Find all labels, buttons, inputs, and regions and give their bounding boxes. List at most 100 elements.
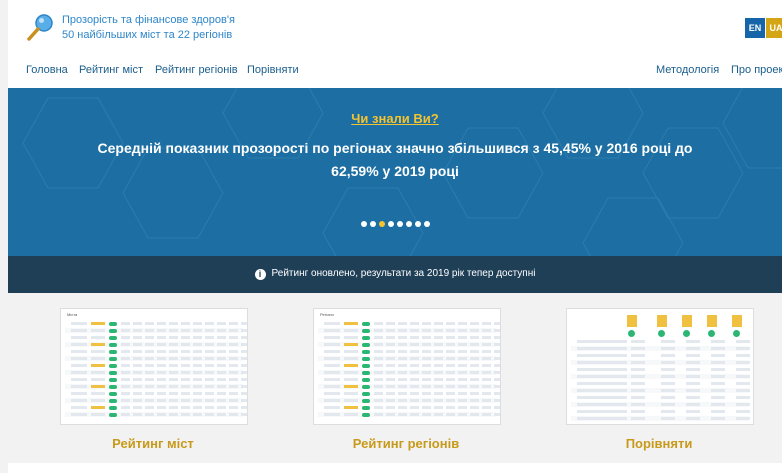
thumbnail-cell	[398, 413, 407, 416]
thumbnail-cell	[344, 329, 358, 332]
thumbnail-cell	[133, 364, 142, 367]
thumbnail-cell	[374, 329, 383, 332]
thumbnail-row	[318, 412, 500, 417]
thumbnail-cell	[736, 396, 750, 399]
thumbnail-cell	[205, 371, 214, 374]
bottom-strip	[8, 463, 782, 473]
thumbnail-cell	[711, 382, 725, 385]
thumbnail-cell	[398, 371, 407, 374]
region-rating-thumbnail[interactable]: Регіони	[313, 308, 501, 425]
thumbnail-cell	[631, 389, 645, 392]
thumbnail-cell	[71, 322, 87, 325]
thumbnail-row	[318, 335, 500, 340]
thumbnail-cell	[422, 385, 431, 388]
carousel-dot[interactable]	[387, 221, 394, 227]
thumbnail-cell	[241, 343, 247, 346]
thumbnail-cell	[71, 392, 87, 395]
thumbnail-cell	[446, 378, 455, 381]
thumbnail-cell	[434, 371, 443, 374]
thumbnail-cell	[71, 357, 87, 360]
site-title[interactable]: Прозорість та фінансове здоров'я 50 найб…	[62, 13, 235, 43]
thumbnail-cell	[121, 399, 130, 402]
carousel-dot[interactable]	[378, 221, 385, 227]
thumbnail-cell	[91, 357, 105, 360]
thumbnail-cell	[109, 336, 117, 340]
carousel-dot[interactable]	[423, 221, 430, 227]
compare-thumbnail[interactable]	[566, 308, 754, 425]
thumbnail-cell	[686, 417, 700, 420]
thumbnail-cell	[434, 357, 443, 360]
thumbnail-cell	[205, 364, 214, 367]
thumbnail-cell	[631, 410, 645, 413]
thumbnail-row	[571, 395, 750, 400]
carousel-dot[interactable]	[405, 221, 412, 227]
thumbnail-cell	[229, 399, 238, 402]
thumbnail-cell	[398, 406, 407, 409]
thumbnail-cell	[217, 385, 226, 388]
magnifier-icon[interactable]	[26, 12, 56, 42]
thumbnail-cell	[157, 399, 166, 402]
thumbnail-cell	[169, 350, 178, 353]
thumbnail-cell	[205, 336, 214, 339]
lang-en-button[interactable]: EN	[745, 18, 765, 38]
thumbnail-cell	[686, 396, 700, 399]
city-rating-card-label[interactable]: Рейтинг міст	[33, 436, 273, 451]
carousel-dot[interactable]	[360, 221, 367, 227]
thumbnail-cell	[324, 399, 340, 402]
thumbnail-row	[571, 367, 750, 372]
nav-home[interactable]: Головна	[26, 64, 68, 76]
hero-title-link[interactable]: Чи знали Ви?	[8, 111, 782, 126]
thumbnail-cell	[458, 357, 467, 360]
thumbnail-cell	[71, 336, 87, 339]
carousel-dot[interactable]	[369, 221, 376, 227]
thumbnail-cell	[422, 350, 431, 353]
thumbnail-cell	[736, 403, 750, 406]
thumbnail-cell	[181, 378, 190, 381]
thumbnail-cell	[458, 406, 467, 409]
thumbnail-cell	[181, 399, 190, 402]
thumbnail-row	[318, 363, 500, 368]
thumbnail-cell	[229, 371, 238, 374]
nav-region-rating[interactable]: Рейтинг регіонів	[155, 64, 238, 76]
nav-compare[interactable]: Порівняти	[247, 64, 299, 76]
thumbnail-cell	[169, 392, 178, 395]
lang-ua-button[interactable]: UA	[766, 18, 782, 38]
thumbnail-cell	[686, 347, 700, 350]
region-rating-card-label[interactable]: Рейтинг регіонів	[286, 436, 526, 451]
thumbnail-cell	[386, 364, 395, 367]
thumbnail-cell	[324, 371, 340, 374]
thumbnail-cell	[362, 378, 370, 382]
carousel-dot[interactable]	[414, 221, 421, 227]
thumbnail-cell	[71, 329, 87, 332]
thumbnail-row	[65, 356, 247, 361]
thumbnail-cell	[193, 392, 202, 395]
thumbnail-cell	[121, 322, 130, 325]
thumbnail-cell	[711, 354, 725, 357]
thumbnail-cell	[631, 368, 645, 371]
thumbnail-cell	[169, 343, 178, 346]
thumbnail-cell	[71, 350, 87, 353]
compare-card-label[interactable]: Порівняти	[539, 436, 779, 451]
thumbnail-cell	[386, 378, 395, 381]
thumbnail-cell	[362, 329, 370, 333]
thumbnail-cell	[470, 336, 479, 339]
feature-cards: Міста Рейтинг міст Регіони Рейтинг регіо…	[8, 293, 782, 463]
thumbnail-cell	[458, 378, 467, 381]
thumbnail-cell	[181, 364, 190, 367]
city-rating-thumbnail[interactable]: Міста	[60, 308, 248, 425]
nav-city-rating[interactable]: Рейтинг міст	[79, 64, 143, 76]
thumbnail-cell	[470, 357, 479, 360]
thumbnail-cell	[398, 399, 407, 402]
thumbnail-cell	[344, 336, 358, 339]
thumbnail-cell	[446, 392, 455, 395]
thumbnail-cell	[494, 399, 500, 402]
thumbnail-cell	[205, 343, 214, 346]
nav-about[interactable]: Про проект	[731, 64, 782, 76]
nav-methodology[interactable]: Методологія	[656, 64, 719, 76]
thumbnail-cell	[446, 336, 455, 339]
carousel-dot[interactable]	[396, 221, 403, 227]
thumbnail-cell	[241, 357, 247, 360]
thumbnail-cell	[482, 357, 491, 360]
thumbnail-cell	[241, 329, 247, 332]
thumbnail-cell	[398, 322, 407, 325]
